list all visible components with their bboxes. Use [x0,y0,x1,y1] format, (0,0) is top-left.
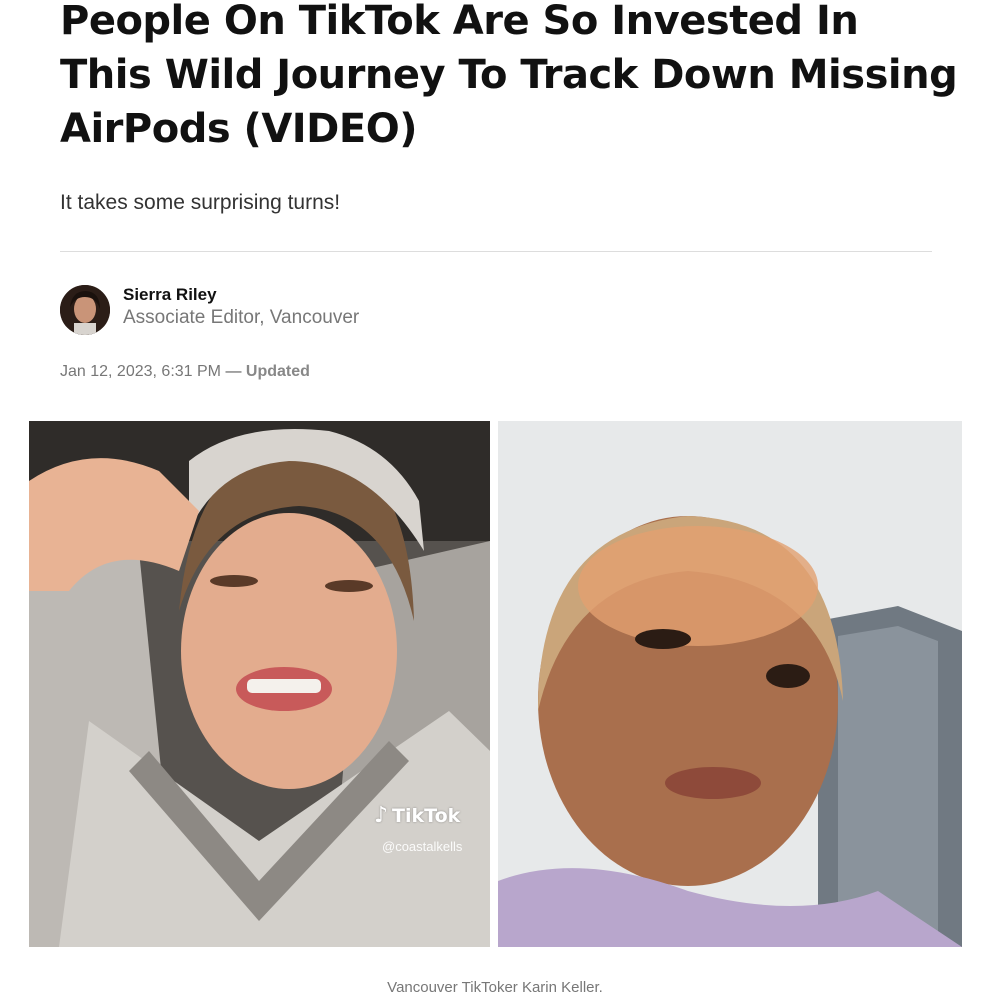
updated-label: Updated [245,363,310,380]
published-date: Jan 12, 2023, 6:31 PM [60,363,221,380]
video-still-left: ♪ TikTok @coastalkells [29,421,490,947]
tiktok-logo-icon: ♪ [374,803,389,828]
article-lead-image[interactable]: ♪ TikTok @coastalkells [29,421,962,947]
image-caption: Vancouver TikToker Karin Keller. [387,979,603,996]
article-subheadline: It takes some surprising turns! [60,191,341,214]
author-avatar[interactable] [60,285,110,335]
tiktok-brand: TikTok [392,805,461,827]
article-timestamp: Jan 12, 2023, 6:31 PM — Updated [60,363,310,381]
video-still-right [498,421,962,947]
timestamp-separator: — [225,363,242,380]
tiktok-watermark: ♪ TikTok [374,803,460,828]
woman-in-robe-illustration [29,421,490,947]
author-name[interactable]: Sierra Riley [123,285,217,305]
woman-outdoors-illustration [498,421,962,947]
tiktok-handle: @coastalkells [382,839,463,854]
article-headline: People On TikTok Are So Invested In This… [60,0,958,152]
header-divider [60,251,932,252]
author-title: Associate Editor, Vancouver [123,307,360,328]
